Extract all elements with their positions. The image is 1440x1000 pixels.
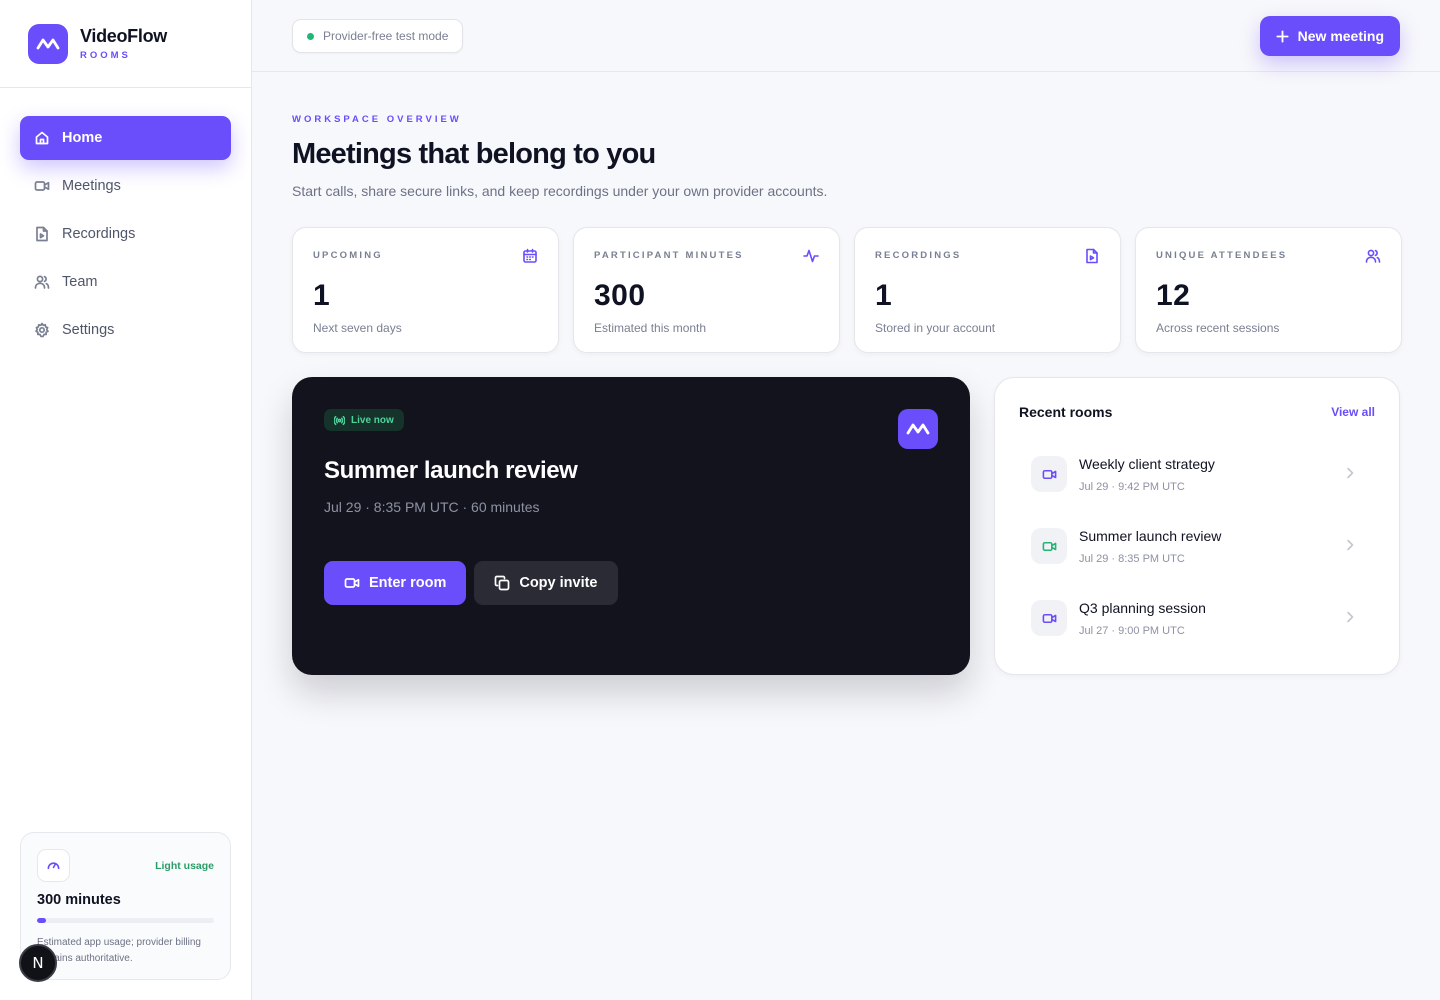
room-name: Weekly client strategy bbox=[1079, 455, 1215, 472]
chevron-right-icon bbox=[1343, 610, 1357, 624]
topbar: Provider-free test mode New meeting bbox=[252, 0, 1440, 72]
room-name: Summer launch review bbox=[1079, 527, 1222, 544]
file-icon bbox=[36, 226, 48, 242]
list-item[interactable]: Weekly client strategy Jul 29 · 9:42 PM … bbox=[1019, 438, 1375, 510]
gear-icon bbox=[35, 322, 49, 338]
home-icon bbox=[35, 131, 49, 145]
copy-invite-label: Copy invite bbox=[519, 575, 598, 591]
list-item[interactable]: Summer launch review Jul 29 · 8:35 PM UT… bbox=[1019, 510, 1375, 582]
usage-note: Estimated app usage; provider billing re… bbox=[37, 937, 201, 964]
video-icon bbox=[1031, 528, 1067, 564]
chevron-right-icon bbox=[1343, 538, 1357, 552]
live-actions: Enter room Copy invite bbox=[324, 561, 618, 605]
live-meeting-meta: Jul 29 · 8:35 PM UTC · 60 minutes bbox=[324, 499, 540, 515]
stat-value: 1 bbox=[313, 279, 331, 312]
video-icon bbox=[344, 578, 360, 588]
room-time: Jul 29 · 8:35 PM UTC bbox=[1079, 552, 1185, 565]
sidebar-item-label: Team bbox=[62, 274, 98, 290]
usage-status-badge: Light usage bbox=[155, 859, 214, 872]
broadcast-icon bbox=[334, 415, 345, 425]
stat-value: 12 bbox=[1156, 279, 1191, 312]
page-title: Meetings that belong to you bbox=[292, 138, 656, 170]
recent-rooms-list: Weekly client strategy Jul 29 · 9:42 PM … bbox=[1019, 438, 1375, 654]
live-meeting-title: Summer launch review bbox=[324, 457, 578, 484]
stat-value: 1 bbox=[875, 279, 893, 312]
copy-invite-button[interactable]: Copy invite bbox=[474, 561, 618, 605]
enter-room-button[interactable]: Enter room bbox=[324, 561, 467, 605]
page-eyebrow: WORKSPACE OVERVIEW bbox=[292, 114, 462, 125]
test-mode-pill: Provider-free test mode bbox=[292, 19, 464, 53]
users-icon bbox=[34, 275, 50, 289]
stat-label: RECORDINGS bbox=[875, 250, 962, 261]
live-now-badge: Live now bbox=[324, 409, 404, 431]
sidebar: VideoFlow ROOMS Home Meetings Recordings… bbox=[0, 0, 252, 1000]
sidebar-item-meetings[interactable]: Meetings bbox=[20, 164, 231, 208]
status-dot-icon bbox=[307, 32, 314, 40]
stat-card-upcoming[interactable]: UPCOMING 1 Next seven days bbox=[292, 227, 559, 353]
room-time: Jul 29 · 9:42 PM UTC bbox=[1079, 480, 1185, 493]
recent-rooms-panel: Recent rooms View all Weekly client stra… bbox=[994, 377, 1400, 675]
new-meeting-button[interactable]: New meeting bbox=[1259, 16, 1400, 56]
dev-tools-badge[interactable]: N bbox=[19, 944, 57, 982]
room-time: Jul 27 · 9:00 PM UTC bbox=[1079, 624, 1185, 637]
calendar-icon bbox=[522, 248, 538, 264]
stat-label: PARTICIPANT MINUTES bbox=[594, 250, 744, 261]
sidebar-item-recordings[interactable]: Recordings bbox=[20, 212, 231, 256]
brand-name: VideoFlow bbox=[80, 26, 167, 46]
activity-icon bbox=[803, 248, 819, 264]
file-video-icon bbox=[1084, 248, 1100, 264]
list-item[interactable]: Q3 planning session Jul 27 · 9:00 PM UTC bbox=[1019, 582, 1375, 654]
stats-row: UPCOMING 1 Next seven days PARTICIPANT M… bbox=[292, 227, 1402, 353]
sidebar-item-team[interactable]: Team bbox=[20, 260, 231, 304]
test-mode-label: Provider-free test mode bbox=[323, 29, 449, 43]
stat-value: 300 bbox=[594, 279, 646, 312]
brand-subtitle: ROOMS bbox=[80, 50, 131, 61]
brand[interactable]: VideoFlow ROOMS bbox=[0, 0, 251, 88]
stat-note: Stored in your account bbox=[875, 321, 996, 335]
users-icon bbox=[1365, 248, 1381, 264]
view-all-link[interactable]: View all bbox=[1331, 405, 1375, 419]
sidebar-item-label: Meetings bbox=[62, 178, 121, 194]
enter-room-label: Enter room bbox=[369, 575, 447, 591]
main-content: WORKSPACE OVERVIEW Meetings that belong … bbox=[292, 72, 1402, 675]
video-icon bbox=[34, 181, 50, 191]
sidebar-item-label: Recordings bbox=[62, 226, 136, 242]
room-name: Q3 planning session bbox=[1079, 599, 1206, 616]
plus-icon bbox=[1276, 29, 1289, 43]
copy-icon bbox=[494, 575, 510, 591]
chevron-right-icon bbox=[1343, 466, 1357, 480]
usage-progress-fill bbox=[37, 918, 46, 923]
usage-progress-bar bbox=[37, 918, 214, 923]
live-now-label: Live now bbox=[351, 414, 394, 426]
gauge-icon bbox=[37, 849, 70, 882]
sidebar-nav: Home Meetings Recordings Team Settings bbox=[0, 88, 251, 352]
sidebar-item-settings[interactable]: Settings bbox=[20, 308, 231, 352]
stat-card-unique-attendees[interactable]: UNIQUE ATTENDEES 12 Across recent sessio… bbox=[1135, 227, 1402, 353]
sidebar-item-label: Home bbox=[62, 130, 103, 146]
video-icon bbox=[1031, 456, 1067, 492]
stat-label: UNIQUE ATTENDEES bbox=[1156, 250, 1288, 261]
wave-logo-icon bbox=[28, 23, 68, 64]
recent-rooms-title: Recent rooms bbox=[1019, 404, 1113, 420]
page-subtitle: Start calls, share secure links, and kee… bbox=[292, 183, 828, 199]
sidebar-item-home[interactable]: Home bbox=[20, 116, 231, 160]
stat-card-participant-minutes[interactable]: PARTICIPANT MINUTES 300 Estimated this m… bbox=[573, 227, 840, 353]
stat-card-recordings[interactable]: RECORDINGS 1 Stored in your account bbox=[854, 227, 1121, 353]
new-meeting-label: New meeting bbox=[1297, 28, 1384, 44]
live-meeting-card: Live now Summer launch review Jul 29 · 8… bbox=[292, 377, 970, 675]
wave-logo-icon bbox=[898, 409, 938, 449]
usage-minutes: 300 minutes bbox=[37, 892, 121, 908]
stat-note: Next seven days bbox=[313, 321, 402, 335]
sidebar-item-label: Settings bbox=[62, 322, 115, 338]
stat-label: UPCOMING bbox=[313, 250, 383, 261]
stat-note: Estimated this month bbox=[594, 321, 707, 335]
video-icon bbox=[1031, 600, 1067, 636]
stat-note: Across recent sessions bbox=[1156, 321, 1280, 335]
